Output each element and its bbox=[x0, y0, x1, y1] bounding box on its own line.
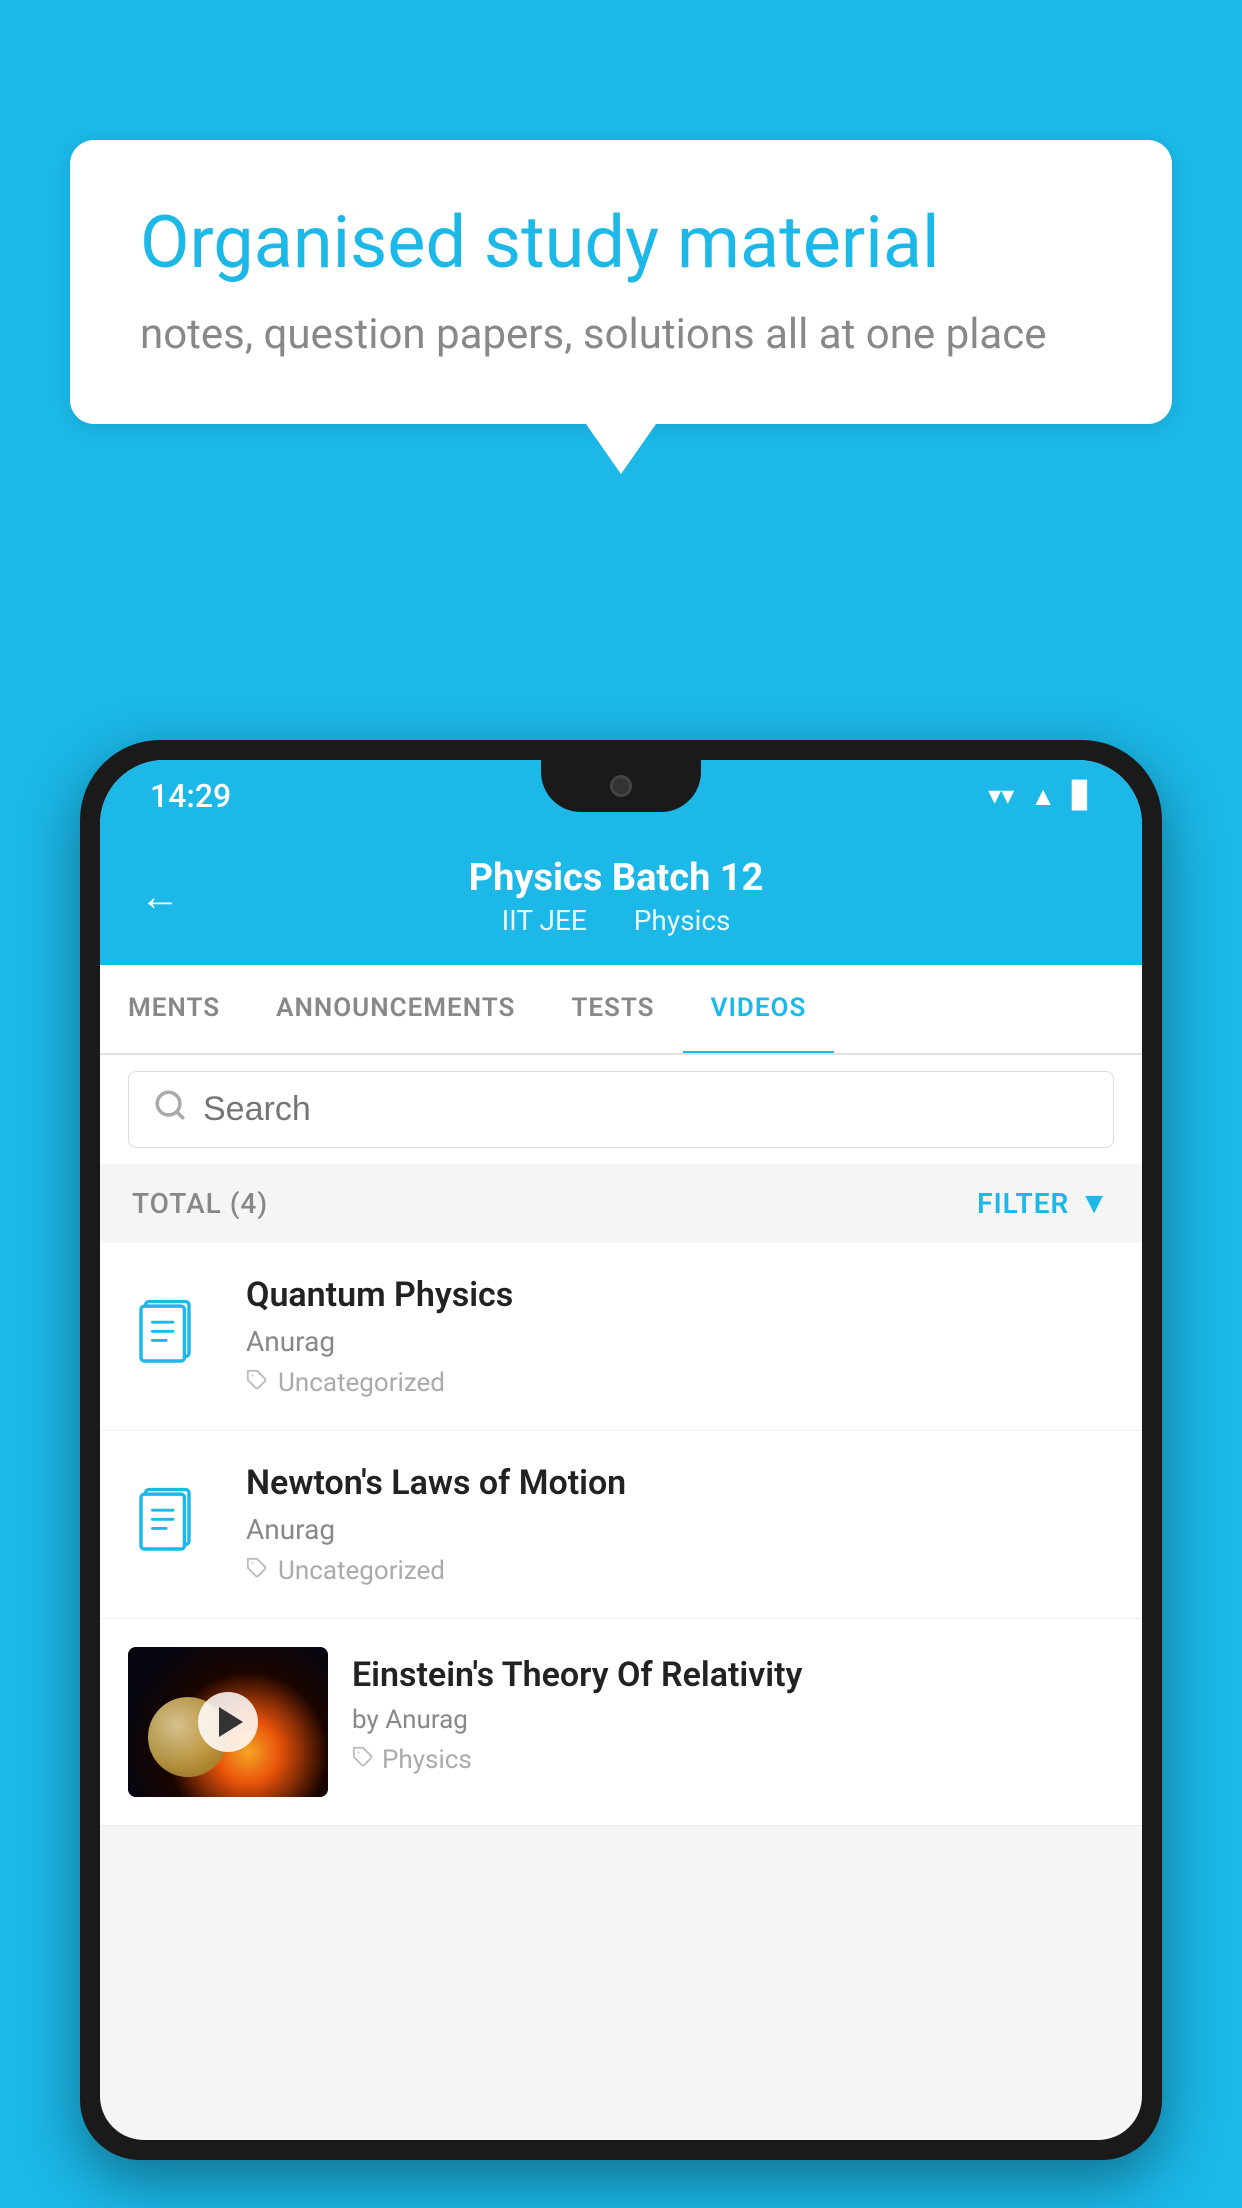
signal-icon: ▲ bbox=[1030, 781, 1056, 812]
filter-bar: TOTAL (4) FILTER ▼ bbox=[100, 1164, 1142, 1243]
tag-icon bbox=[352, 1745, 374, 1775]
phone-outer: 14:29 ▾▾ ▲ ▊ ← Physics Batch 12 IIT JEE bbox=[80, 740, 1162, 2160]
app-bar-subtitle: IIT JEE Physics bbox=[210, 904, 1022, 937]
total-count-label: TOTAL (4) bbox=[132, 1187, 268, 1220]
video-title: Newton's Laws of Motion bbox=[246, 1463, 1114, 1503]
search-container bbox=[100, 1055, 1142, 1164]
filter-label: FILTER bbox=[977, 1187, 1069, 1220]
play-triangle bbox=[219, 1707, 243, 1737]
list-item[interactable]: Newton's Laws of Motion Anurag Uncategor… bbox=[100, 1431, 1142, 1619]
front-camera bbox=[610, 775, 632, 797]
phone-screen: 14:29 ▾▾ ▲ ▊ ← Physics Batch 12 IIT JEE bbox=[100, 760, 1142, 2140]
battery-icon: ▊ bbox=[1072, 781, 1092, 811]
search-input-wrapper[interactable] bbox=[128, 1071, 1114, 1148]
tab-videos[interactable]: VIDEOS bbox=[683, 965, 835, 1055]
speech-bubble-pointer bbox=[586, 424, 656, 474]
notch bbox=[541, 760, 701, 812]
tag-label: Uncategorized bbox=[278, 1556, 445, 1586]
speech-bubble-container: Organised study material notes, question… bbox=[70, 140, 1172, 474]
subtitle-subject: Physics bbox=[634, 904, 731, 937]
wifi-icon: ▾▾ bbox=[988, 781, 1014, 811]
video-thumbnail bbox=[128, 1647, 328, 1797]
subtitle-category: IIT JEE bbox=[502, 904, 587, 937]
search-icon bbox=[153, 1088, 187, 1131]
back-button[interactable]: ← bbox=[140, 873, 180, 920]
video-author: Anurag bbox=[246, 1325, 1114, 1358]
speech-bubble-subtitle: notes, question papers, solutions all at… bbox=[140, 310, 1102, 359]
speech-bubble-title: Organised study material bbox=[140, 200, 1102, 286]
app-bar-titles: Physics Batch 12 IIT JEE Physics bbox=[210, 856, 1022, 937]
list-item[interactable]: Quantum Physics Anurag Uncategorized bbox=[100, 1243, 1142, 1431]
tab-ments[interactable]: MENTS bbox=[100, 965, 248, 1053]
video-tag: Uncategorized bbox=[246, 1556, 1114, 1586]
filter-button[interactable]: FILTER ▼ bbox=[977, 1186, 1110, 1221]
tag-label: Physics bbox=[382, 1745, 472, 1775]
tab-announcements[interactable]: ANNOUNCEMENTS bbox=[248, 965, 543, 1053]
tag-icon bbox=[246, 1368, 268, 1398]
app-bar-title: Physics Batch 12 bbox=[210, 856, 1022, 900]
phone-wrapper: 14:29 ▾▾ ▲ ▊ ← Physics Batch 12 IIT JEE bbox=[80, 740, 1162, 2208]
search-input[interactable] bbox=[203, 1090, 1089, 1129]
video-info: Einstein's Theory Of Relativity by Anura… bbox=[352, 1647, 1114, 1775]
tabs-bar: MENTS ANNOUNCEMENTS TESTS VIDEOS bbox=[100, 965, 1142, 1055]
video-title: Einstein's Theory Of Relativity bbox=[352, 1655, 1114, 1695]
tab-tests[interactable]: TESTS bbox=[543, 965, 682, 1053]
video-author: by Anurag bbox=[352, 1705, 1114, 1735]
video-author: Anurag bbox=[246, 1513, 1114, 1546]
status-bar: 14:29 ▾▾ ▲ ▊ bbox=[100, 760, 1142, 832]
play-button-icon[interactable] bbox=[198, 1692, 258, 1752]
tag-icon bbox=[246, 1556, 268, 1586]
tag-label: Uncategorized bbox=[278, 1368, 445, 1398]
video-title: Quantum Physics bbox=[246, 1275, 1114, 1315]
video-tag: Physics bbox=[352, 1745, 1114, 1775]
video-info: Quantum Physics Anurag Uncategorized bbox=[246, 1275, 1114, 1398]
file-icon bbox=[128, 1480, 218, 1570]
list-item[interactable]: Einstein's Theory Of Relativity by Anura… bbox=[100, 1619, 1142, 1826]
app-bar: ← Physics Batch 12 IIT JEE Physics bbox=[100, 832, 1142, 965]
status-icons: ▾▾ ▲ ▊ bbox=[988, 781, 1092, 812]
file-icon bbox=[128, 1292, 218, 1382]
video-tag: Uncategorized bbox=[246, 1368, 1114, 1398]
status-time: 14:29 bbox=[150, 777, 231, 815]
video-list: Quantum Physics Anurag Uncategorized bbox=[100, 1243, 1142, 1826]
filter-funnel-icon: ▼ bbox=[1079, 1186, 1110, 1221]
video-info: Newton's Laws of Motion Anurag Uncategor… bbox=[246, 1463, 1114, 1586]
speech-bubble: Organised study material notes, question… bbox=[70, 140, 1172, 424]
